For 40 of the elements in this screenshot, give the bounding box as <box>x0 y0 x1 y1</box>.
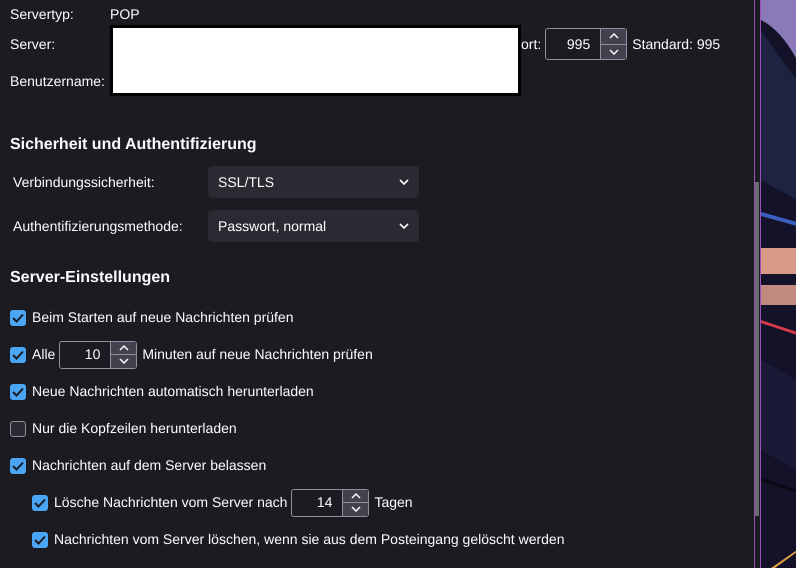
dropdown[interactable]: Passwort, normal <box>208 210 419 242</box>
dropdown[interactable]: SSL/TLS <box>208 166 419 198</box>
number-spinner[interactable]: 995 <box>545 28 628 60</box>
chevron-down-icon <box>399 223 409 229</box>
chevron-up-icon[interactable] <box>350 492 362 500</box>
checkbox[interactable] <box>10 346 26 362</box>
section-heading: Sicherheit und Authentifizierung <box>10 135 258 155</box>
scrollbar-thumb[interactable] <box>755 182 759 516</box>
checkbox[interactable] <box>10 310 26 326</box>
number-spinner[interactable]: 14 <box>291 488 370 516</box>
field-value: POP <box>110 4 140 24</box>
checkbox[interactable] <box>10 458 26 474</box>
default-port-text: Standard: 995 <box>632 34 720 54</box>
chevron-down-icon[interactable] <box>118 357 130 366</box>
field-label: Servertyp: <box>10 4 75 24</box>
field-label: Server: <box>10 34 56 54</box>
checkbox-label: Beim Starten auf neue Nachrichten prüfen <box>32 308 294 327</box>
checkbox[interactable] <box>32 494 48 510</box>
chevron-down-icon[interactable] <box>608 48 620 56</box>
chevron-up-icon[interactable] <box>608 32 620 40</box>
checkbox[interactable] <box>10 420 26 436</box>
field-label: Benutzername: <box>10 72 105 90</box>
field-label: Verbindungssicherheit: <box>12 172 156 192</box>
checkbox-label: Alle <box>32 345 56 364</box>
checkbox[interactable] <box>10 384 26 400</box>
checkbox-label: Nachrichten vom Server löschen, wenn sie aus dem Posteingang gelöscht werden <box>54 530 565 549</box>
section-heading: Server-Einstellungen <box>10 268 172 288</box>
checkbox[interactable] <box>32 532 48 548</box>
chevron-down-icon[interactable] <box>350 505 362 514</box>
checkbox-label: Lösche Nachrichten vom Server nach <box>54 493 288 512</box>
checkbox-label: Minuten auf neue Nachrichten prüfen <box>142 345 373 364</box>
chevron-down-icon <box>399 179 409 185</box>
number-spinner[interactable]: 10 <box>59 340 138 368</box>
checkbox-label: Nur die Kopfzeilen herunterladen <box>32 419 237 438</box>
field-label: Authentifizierungsmethode: <box>12 216 184 236</box>
checkbox-label: Neue Nachrichten automatisch herunterladen <box>32 382 314 401</box>
chevron-up-icon[interactable] <box>118 344 130 352</box>
checkbox-label: Tagen <box>374 493 413 512</box>
field-label: ort: <box>521 34 542 54</box>
checkbox-label: Nachrichten auf dem Server belassen <box>32 456 266 475</box>
